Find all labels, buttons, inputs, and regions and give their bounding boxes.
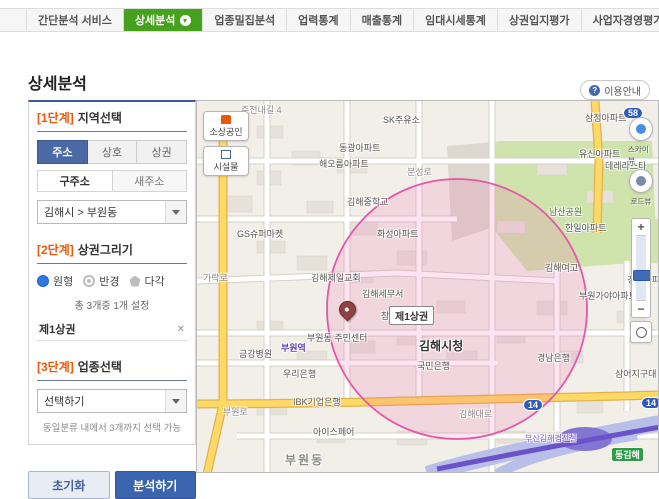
help-button-label: 이용안내 xyxy=(604,83,641,98)
nav-item-label: 상세분석 xyxy=(135,12,175,28)
zoom-slider[interactable] xyxy=(636,235,646,301)
subtab-new-address[interactable]: 새주소 xyxy=(113,170,188,192)
skyview-button[interactable] xyxy=(629,117,653,141)
radius-icon xyxy=(83,275,95,287)
remove-district-button[interactable]: ✕ xyxy=(177,324,185,335)
chevron-down-icon xyxy=(165,390,186,412)
tab-address[interactable]: 주소 xyxy=(37,140,88,164)
page-title: 상세분석 xyxy=(28,70,87,94)
draw-mode-circle[interactable]: 원형 xyxy=(37,273,73,289)
tab-trade-area[interactable]: 상권 xyxy=(137,140,187,164)
industry-select[interactable]: 선택하기 xyxy=(37,389,187,413)
draw-mode-radius[interactable]: 반경 xyxy=(83,273,119,289)
map-left-controls: 소상공인 시설물 xyxy=(203,111,249,176)
map-canvas[interactable] xyxy=(197,101,659,473)
map-container: 주전내길 4SK주유소삼정아파트동광아파트해오름아파트유신아파트데레라스타분성로… xyxy=(196,100,659,473)
nav-item-simple-analysis[interactable]: 간단분석 서비스 xyxy=(26,9,124,31)
step1-title: 지역선택 xyxy=(78,109,122,126)
small-business-layer-button[interactable]: 소상공인 xyxy=(203,111,249,141)
zoom-control: + − xyxy=(631,218,651,318)
top-nav: 간단분석 서비스 상세분석 업종밀집분석 업력통계 매출통계 임대시세통계 상권… xyxy=(0,8,659,32)
crosshair-icon xyxy=(636,327,647,338)
district-list-item: 제1상권 ✕ xyxy=(37,318,187,341)
reset-button[interactable]: 초기화 xyxy=(28,471,110,499)
nav-item-business-age-stats[interactable]: 업력통계 xyxy=(287,9,350,31)
sidebar: [1단계] 지역선택 주소 상호 상권 구주소 새주소 김해시 > 부원동 [2… xyxy=(28,100,196,499)
draw-mode-polygon-label: 다각 xyxy=(145,273,165,289)
nav-item-location-rating[interactable]: 상권입지평가 xyxy=(498,9,582,31)
draw-mode-polygon[interactable]: 다각 xyxy=(130,273,165,289)
action-buttons: 초기화 분석하기 xyxy=(28,471,196,499)
facility-icon xyxy=(221,150,231,159)
step2-title: 상권그리기 xyxy=(78,241,133,258)
help-button[interactable]: ? 이용안내 xyxy=(580,80,650,100)
analyze-button[interactable]: 분석하기 xyxy=(115,471,197,499)
question-icon: ? xyxy=(589,85,600,96)
region-search-tabs: 주소 상호 상권 xyxy=(37,140,187,164)
step2-badge: [2단계] xyxy=(37,241,74,258)
tab-store-name[interactable]: 상호 xyxy=(88,140,138,164)
roadview-label: 로드뷰 xyxy=(631,196,652,207)
region-select-value: 김해시 > 부원동 xyxy=(44,204,117,220)
facility-layer-label: 시설물 xyxy=(214,160,239,173)
facility-layer-button[interactable]: 시설물 xyxy=(203,146,249,176)
current-location-button[interactable] xyxy=(630,321,652,343)
step3-badge: [3단계] xyxy=(37,358,74,375)
step3-header: [3단계] 업종선택 xyxy=(37,351,187,381)
polygon-icon xyxy=(130,276,141,287)
nav-item-rent-stats[interactable]: 임대시세통계 xyxy=(414,9,498,31)
shop-icon xyxy=(221,115,231,124)
skyview-label: 스카이뷰 xyxy=(628,144,654,166)
draw-mode-radius-label: 반경 xyxy=(99,273,119,289)
district-count-status: 총 3개중 1개 설정 xyxy=(37,297,187,312)
region-select[interactable]: 김해시 > 부원동 xyxy=(37,200,187,224)
roadview-button[interactable] xyxy=(629,169,653,193)
circle-icon xyxy=(37,275,49,287)
draw-mode-circle-label: 원형 xyxy=(53,273,73,289)
draw-mode-options: 원형 반경 다각 xyxy=(37,273,187,289)
map-right-controls: 스카이뷰 로드뷰 + − xyxy=(628,117,654,343)
nav-item-sales-stats[interactable]: 매출통계 xyxy=(351,9,414,31)
active-tab-indicator-icon xyxy=(180,15,191,26)
satellite-icon xyxy=(636,124,646,134)
zoom-in-button[interactable]: + xyxy=(632,219,650,235)
district-circle-overlay[interactable] xyxy=(327,179,587,439)
industry-select-note: 동일분류 내에서 3개까지 선택 가능 xyxy=(37,420,187,434)
step3-title: 업종선택 xyxy=(78,358,122,375)
subtab-old-address[interactable]: 구주소 xyxy=(37,170,113,192)
industry-select-value: 선택하기 xyxy=(44,393,84,409)
page: 간단분석 서비스 상세분석 업종밀집분석 업력통계 매출통계 임대시세통계 상권… xyxy=(0,0,659,473)
zoom-slider-handle[interactable] xyxy=(633,270,651,281)
nav-item-density-analysis[interactable]: 업종밀집분석 xyxy=(203,9,287,31)
district-name: 제1상권 xyxy=(39,321,75,337)
step1-header: [1단계] 지역선택 xyxy=(37,102,187,132)
address-type-subtabs: 구주소 새주소 xyxy=(37,170,187,192)
nav-item-detail-analysis[interactable]: 상세분석 xyxy=(124,9,203,31)
analysis-panel: [1단계] 지역선택 주소 상호 상권 구주소 새주소 김해시 > 부원동 [2… xyxy=(28,100,196,445)
step2-header: [2단계] 상권그리기 xyxy=(37,234,187,264)
chevron-down-icon xyxy=(165,201,186,223)
step1-badge: [1단계] xyxy=(37,109,74,126)
nav-item-owner-rating[interactable]: 사업자경영평가 xyxy=(582,9,659,31)
small-business-layer-label: 소상공인 xyxy=(209,125,242,138)
zoom-out-button[interactable]: − xyxy=(632,301,650,317)
roadview-icon xyxy=(636,176,646,186)
